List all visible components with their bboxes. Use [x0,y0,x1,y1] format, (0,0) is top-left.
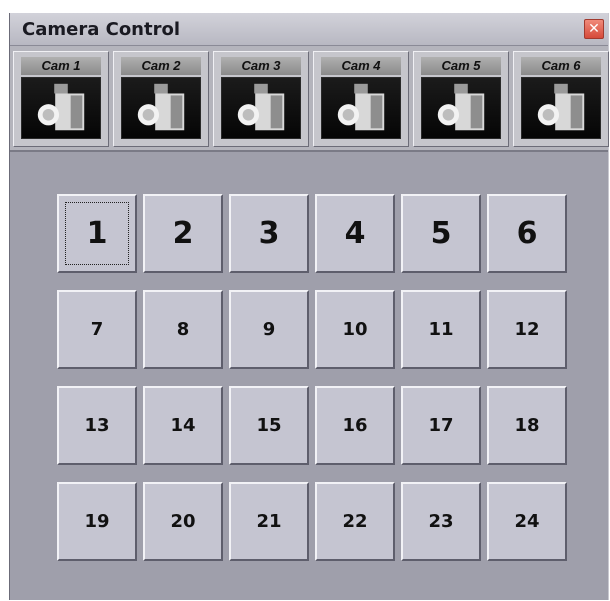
preset-button-13[interactable]: 13 [57,386,137,465]
camera-control-window: Camera Control ✕ Cam 1 Cam 2 Cam 3 Cam 4 [9,13,609,600]
preset-button-3[interactable]: 3 [229,194,309,273]
camera-icon [321,77,401,139]
camera-button-1[interactable]: Cam 1 [13,51,109,147]
camera-icon [121,77,201,139]
preset-button-21[interactable]: 21 [229,482,309,561]
preset-button-20[interactable]: 20 [143,482,223,561]
preset-button-14[interactable]: 14 [143,386,223,465]
preset-button-17[interactable]: 17 [401,386,481,465]
camera-button-6[interactable]: Cam 6 [513,51,609,147]
preset-button-22[interactable]: 22 [315,482,395,561]
preset-button-8[interactable]: 8 [143,290,223,369]
preset-button-4[interactable]: 4 [315,194,395,273]
preset-button-15[interactable]: 15 [229,386,309,465]
preset-button-19[interactable]: 19 [57,482,137,561]
preset-button-9[interactable]: 9 [229,290,309,369]
preset-button-10[interactable]: 10 [315,290,395,369]
camera-button-3[interactable]: Cam 3 [213,51,309,147]
preset-button-11[interactable]: 11 [401,290,481,369]
camera-label: Cam 5 [421,57,501,75]
preset-button-24[interactable]: 24 [487,482,567,561]
camera-icon [521,77,601,139]
camera-icon [221,77,301,139]
camera-label: Cam 2 [121,57,201,75]
camera-label: Cam 6 [521,57,601,75]
title-bar: Camera Control ✕ [10,13,608,46]
camera-button-2[interactable]: Cam 2 [113,51,209,147]
preset-button-18[interactable]: 18 [487,386,567,465]
camera-label: Cam 3 [221,57,301,75]
window-title: Camera Control [22,19,181,40]
camera-icon [21,77,101,139]
preset-button-12[interactable]: 12 [487,290,567,369]
camera-button-4[interactable]: Cam 4 [313,51,409,147]
camera-button-5[interactable]: Cam 5 [413,51,509,147]
preset-button-6[interactable]: 6 [487,194,567,273]
preset-button-1[interactable]: 1 [57,194,137,273]
preset-button-5[interactable]: 5 [401,194,481,273]
preset-button-16[interactable]: 16 [315,386,395,465]
camera-icon [421,77,501,139]
preset-button-23[interactable]: 23 [401,482,481,561]
camera-label: Cam 1 [21,57,101,75]
preset-button-2[interactable]: 2 [143,194,223,273]
close-button[interactable]: ✕ [584,19,604,39]
preset-button-7[interactable]: 7 [57,290,137,369]
camera-label: Cam 4 [321,57,401,75]
camera-selector-row: Cam 1 Cam 2 Cam 3 Cam 4 Cam 5 Cam 6 [10,46,609,152]
